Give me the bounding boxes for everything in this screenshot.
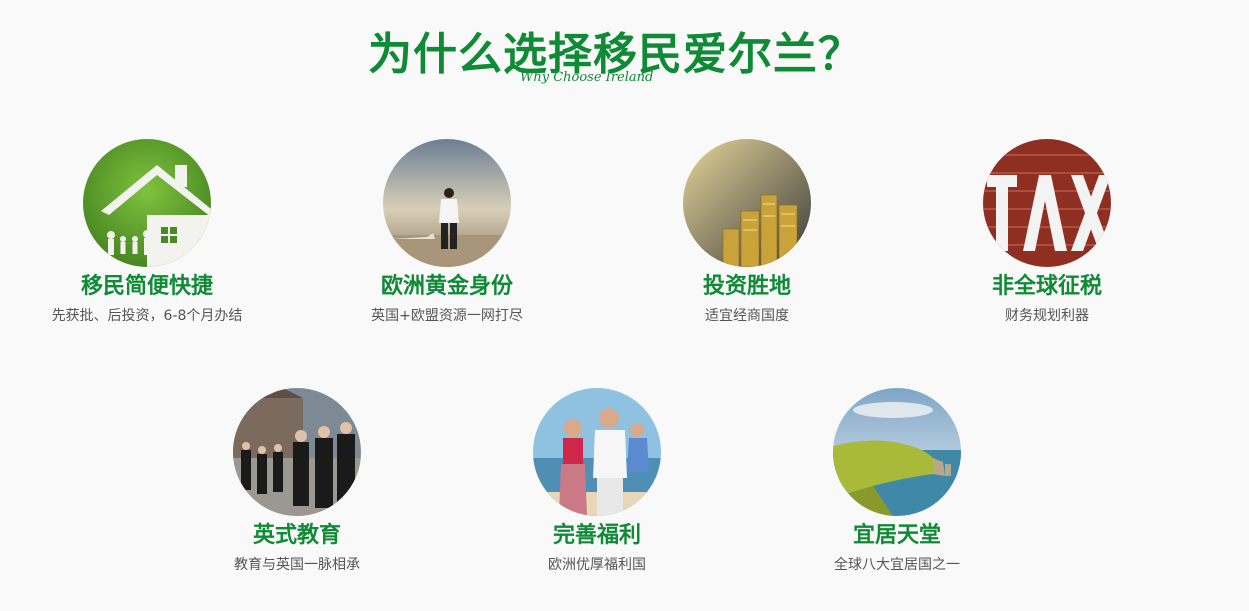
feature-title: 完善福利 xyxy=(552,523,641,548)
house-on-grass-image xyxy=(83,139,211,267)
feature-title: 欧洲黄金身份 xyxy=(380,274,513,299)
feature-livable[interactable]: 宜居天堂 全球八大宜居国之一 xyxy=(767,388,1027,574)
feature-tax[interactable]: 非全球征税 财务规划利器 xyxy=(917,139,1177,325)
coastal-cliffs-image xyxy=(833,388,961,516)
feature-desc: 先获批、后投资，6-8个月办结 xyxy=(51,308,243,324)
feature-title: 投资胜地 xyxy=(702,274,791,299)
feature-title: 移民简便快捷 xyxy=(80,274,213,299)
feature-investment[interactable]: 投资胜地 适宜经商国度 xyxy=(617,139,877,325)
feature-desc: 适宜经商国度 xyxy=(705,308,789,324)
gold-coins-image xyxy=(683,139,811,267)
feature-welfare[interactable]: 完善福利 欧洲优厚福利国 xyxy=(467,388,727,574)
feature-desc: 财务规划利器 xyxy=(1005,308,1089,324)
feature-title: 英式教育 xyxy=(252,523,341,548)
family-beach-image xyxy=(533,388,661,516)
tax-letters-image xyxy=(983,139,1111,267)
feature-desc: 英国+欧盟资源一网打尽 xyxy=(371,308,523,324)
feature-desc: 教育与英国一脉相承 xyxy=(234,557,360,573)
students-walking-image xyxy=(233,388,361,516)
feature-easy-immigration[interactable]: 移民简便快捷 先获批、后投资，6-8个月办结 xyxy=(17,139,277,325)
page-subtitle: Why Choose Ireland xyxy=(520,70,654,85)
feature-education[interactable]: 英式教育 教育与英国一脉相承 xyxy=(167,388,427,574)
feature-eu-status[interactable]: 欧洲黄金身份 英国+欧盟资源一网打尽 xyxy=(317,139,577,325)
businessman-airport-image xyxy=(383,139,511,267)
feature-desc: 全球八大宜居国之一 xyxy=(834,557,960,573)
feature-desc: 欧洲优厚福利国 xyxy=(548,557,646,573)
feature-title: 非全球征税 xyxy=(991,274,1102,299)
feature-title: 宜居天堂 xyxy=(852,523,941,548)
